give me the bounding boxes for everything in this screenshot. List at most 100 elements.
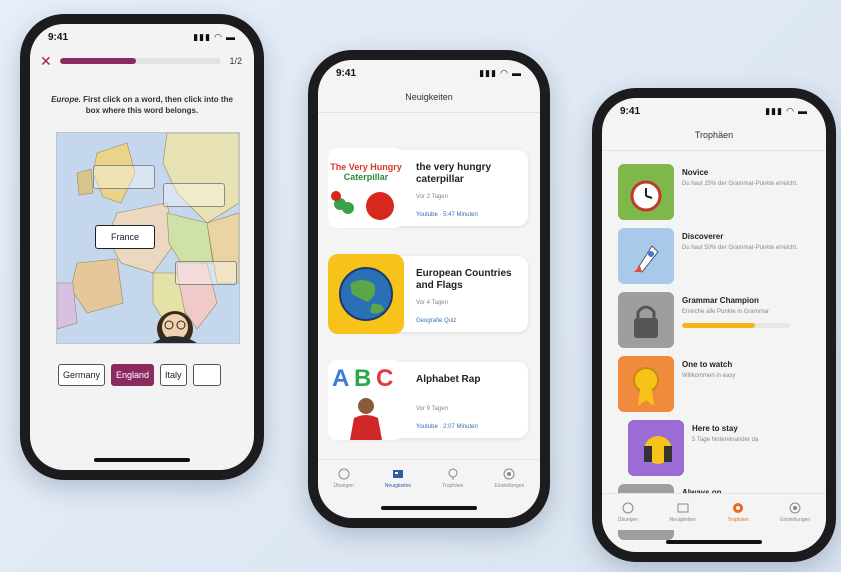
tab-bar: Übungen Neuigkeiten Trophäen Einstellung… <box>602 493 826 530</box>
tab-label: Trophäen <box>727 517 749 523</box>
quiz-progress-fill <box>59 58 136 64</box>
settings-icon <box>503 468 515 480</box>
tab-exercises[interactable]: Übungen <box>334 467 354 489</box>
trophy-progress-bar <box>682 323 790 328</box>
status-bar: 9:41 ▮▮▮ ◠ ▬ <box>602 98 826 124</box>
trophy-icon <box>733 503 744 513</box>
tab-trophies[interactable]: Trophäen <box>442 467 463 489</box>
word-italy[interactable]: Italy <box>160 364 187 386</box>
tab-label: Übungen <box>333 483 354 489</box>
trophy-desc: Du hast 50% der Grammar-Punkte erreicht. <box>682 245 798 251</box>
tab-settings[interactable]: Einstellungen <box>494 467 524 489</box>
home-indicator <box>381 506 477 510</box>
signal-wifi-battery-icon: ▮▮▮ ◠ ▬ <box>479 67 522 78</box>
trophy-progress-fill <box>682 323 756 328</box>
trophy-icon <box>448 468 458 480</box>
trophy-title: Grammar Champion <box>682 296 759 305</box>
card-date: Vor 2 Tagen <box>416 194 448 200</box>
trophy-item[interactable]: Grammar Champion Erreiche alle Punkte in… <box>618 292 814 348</box>
drop-box[interactable] <box>93 165 155 189</box>
trophy-item[interactable]: Here to stay 5 Tage hintereinander da <box>628 420 814 476</box>
tab-label: Übungen <box>617 517 639 523</box>
instruction-text: First click on a word, then click into t… <box>80 95 233 115</box>
news-card[interactable]: The Very Hungry Caterpillar the very hun… <box>328 148 528 228</box>
lock-icon <box>618 292 674 348</box>
status-bar: 9:41 ▮▮▮ ◠ ▬ <box>30 24 254 50</box>
news-card[interactable]: A B C Alphabet Rap Vor 9 Tagen Youtube ·… <box>328 360 528 440</box>
trophy-item[interactable]: Novice Du hast 25% der Grammar-Punkte er… <box>618 164 814 220</box>
signal-wifi-battery-icon: ▮▮▮ ◠ ▬ <box>193 31 236 42</box>
alarm-clock-icon <box>618 164 674 220</box>
close-icon[interactable]: ✕ <box>40 54 52 68</box>
europe-map: France <box>56 132 240 344</box>
card-title: the very hungry caterpillar <box>416 162 492 185</box>
drop-box[interactable] <box>163 183 225 207</box>
tab-label: Einstellungen <box>494 483 525 489</box>
news-icon <box>677 503 689 513</box>
tab-exercises[interactable]: Übungen <box>618 501 638 523</box>
trophy-title: One to watch <box>682 360 733 369</box>
page-title: Trophäen <box>602 130 826 151</box>
trophies-screen: 9:41 ▮▮▮ ◠ ▬ Trophäen Novice Du hast 25%… <box>602 98 826 552</box>
tab-trophies[interactable]: Trophäen <box>727 501 749 523</box>
phone-news: 9:41 ▮▮▮ ◠ ▬ Neuigkeiten The Very Hungry… <box>308 50 550 528</box>
quiz-progress-bar <box>59 58 222 64</box>
trophy-desc: Willkommen in easy <box>682 373 736 379</box>
caterpillar-thumbnail: The Very Hungry Caterpillar <box>328 148 404 228</box>
tab-label: Neuigkeiten <box>384 483 412 489</box>
quiz-screen: 9:41 ▮▮▮ ◠ ▬ ✕ 1/2 Europe. First click o… <box>30 24 254 470</box>
home-indicator <box>666 540 762 544</box>
tab-label: Einstellungen <box>780 517 811 523</box>
settings-icon <box>789 502 801 514</box>
card-title: European Countries and Flags <box>416 268 512 291</box>
trophy-title: Here to stay <box>692 424 738 433</box>
background: 9:41 ▮▮▮ ◠ ▬ ✕ 1/2 Europe. First click o… <box>0 0 841 572</box>
exercises-icon <box>622 502 634 514</box>
tab-news[interactable]: Neuigkeiten <box>385 467 411 489</box>
status-time: 9:41 <box>620 105 641 117</box>
placed-word-france[interactable]: France <box>95 225 155 249</box>
tab-bar: Übungen Neuigkeiten Trophäen Einstellung… <box>318 459 540 496</box>
svg-text:C: C <box>376 365 393 392</box>
tab-settings[interactable]: Einstellungen <box>780 501 810 523</box>
svg-text:Caterpillar: Caterpillar <box>344 172 389 182</box>
card-source: Youtube · 5:47 Minuten <box>416 212 478 218</box>
home-indicator <box>94 458 190 462</box>
medal-icon <box>618 356 674 412</box>
status-bar: 9:41 ▮▮▮ ◠ ▬ <box>318 60 540 86</box>
alphabet-thumbnail: A B C <box>328 360 404 440</box>
status-time: 9:41 <box>336 67 357 79</box>
trophy-title: Novice <box>682 168 709 177</box>
smiley-icon <box>628 420 684 476</box>
trophy-item[interactable]: One to watch Willkommen in easy <box>618 356 814 412</box>
svg-text:B: B <box>354 365 371 392</box>
phone-trophies: 9:41 ▮▮▮ ◠ ▬ Trophäen Novice Du hast 25%… <box>592 88 836 562</box>
rocket-icon <box>618 228 674 284</box>
exercises-icon <box>338 468 350 480</box>
trophy-desc: Erreiche alle Punkte in Grammar <box>682 309 770 315</box>
trophy-desc: 5 Tage hintereinander da <box>692 437 759 443</box>
trophy-desc: Du hast 25% der Grammar-Punkte erreicht. <box>682 181 798 187</box>
question-counter: 1/2 <box>229 56 242 66</box>
trophy-title: Discoverer <box>682 232 724 241</box>
tab-label: Neuigkeiten <box>669 517 696 523</box>
word-germany[interactable]: Germany <box>58 364 106 386</box>
svg-text:A: A <box>332 365 349 392</box>
status-time: 9:41 <box>48 31 69 43</box>
tab-news[interactable]: Neuigkeiten <box>670 501 696 523</box>
word-england[interactable]: England <box>111 364 155 386</box>
quiz-instruction: Europe. First click on a word, then clic… <box>44 94 240 116</box>
card-date: Vor 4 Tagen <box>416 300 448 306</box>
news-card[interactable]: European Countries and Flags Vor 4 Tagen… <box>328 254 528 334</box>
page-title: Neuigkeiten <box>318 92 540 113</box>
word-blank[interactable] <box>192 364 221 386</box>
card-title: Alphabet Rap <box>416 374 481 385</box>
trophy-item[interactable]: Discoverer Du hast 50% der Grammar-Punkt… <box>618 228 814 284</box>
tab-label: Trophäen <box>442 483 464 489</box>
card-source: Geografie Quiz <box>416 318 457 324</box>
card-date: Vor 9 Tagen <box>416 406 448 412</box>
drop-box[interactable] <box>175 261 237 285</box>
phone-quiz: 9:41 ▮▮▮ ◠ ▬ ✕ 1/2 Europe. First click o… <box>20 14 264 480</box>
signal-wifi-battery-icon: ▮▮▮ ◠ ▬ <box>765 105 808 116</box>
instruction-topic: Europe. <box>51 95 81 104</box>
